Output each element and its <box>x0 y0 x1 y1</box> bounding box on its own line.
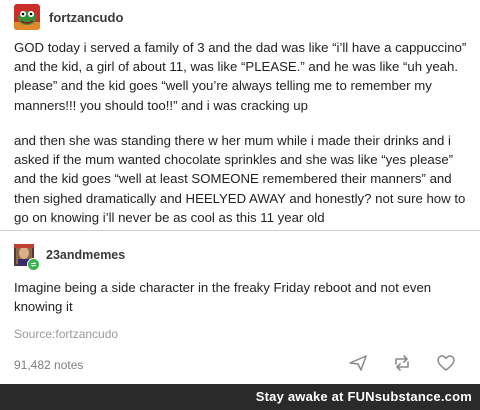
tumblr-post: fortzancudo GOD today i served a family … <box>0 0 480 410</box>
reblog-icon[interactable] <box>392 353 412 373</box>
post-paragraph-1: GOD today i served a family of 3 and the… <box>14 40 467 113</box>
share-icon[interactable] <box>348 353 368 373</box>
reblog-divider <box>0 230 480 231</box>
watermark-text: Stay awake at FUNsubstance.com <box>256 389 472 404</box>
notes-count[interactable]: 91,482 notes <box>14 358 83 372</box>
watermark-brand[interactable]: FUNsubstance.com <box>347 389 472 404</box>
post-paragraph-2: and then she was standing there w her mu… <box>14 133 466 225</box>
post-header: fortzancudo <box>14 3 123 31</box>
post-actions <box>348 353 456 373</box>
watermark-bar: Stay awake at FUNsubstance.com <box>0 384 480 410</box>
reblog-header: 23andmemes <box>14 244 125 271</box>
source-link[interactable]: Source:fortzancudo <box>14 327 118 341</box>
heart-icon[interactable] <box>436 353 456 373</box>
reblog-username[interactable]: 23andmemes <box>46 248 125 262</box>
avatar-23andmemes[interactable] <box>14 244 40 271</box>
reblog-badge-icon <box>27 258 40 271</box>
watermark-prefix: Stay awake at <box>255 389 348 404</box>
reblog-text: Imagine being a side character in the fr… <box>14 280 432 315</box>
avatar-fortzancudo[interactable] <box>14 4 40 30</box>
username[interactable]: fortzancudo <box>49 10 123 25</box>
